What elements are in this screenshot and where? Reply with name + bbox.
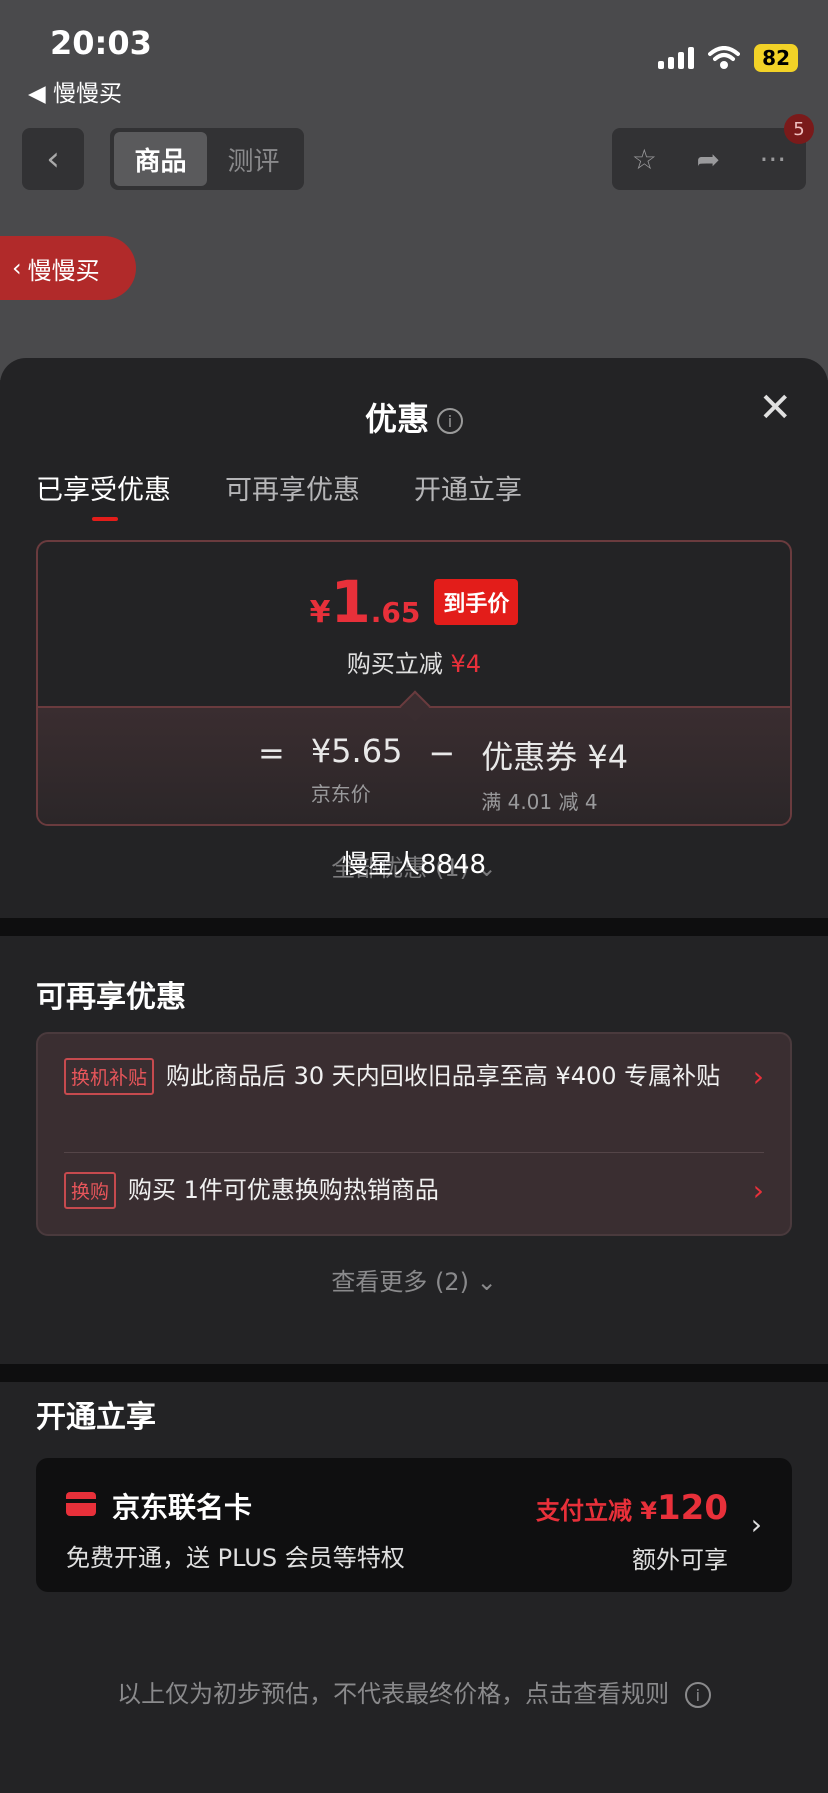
rules-note-text: 以上仅为初步预估，不代表最终价格，点击查看规则 — [117, 1680, 670, 1708]
chevron-right-icon: › — [750, 1508, 762, 1541]
price-currency: ¥ — [309, 595, 331, 630]
final-price-tag: 到手价 — [434, 579, 519, 625]
trade-in-text: 购此商品后 30 天内回收旧品享至高 ¥400 专属补贴 — [166, 1062, 721, 1091]
chevron-left-icon: ‹ — [46, 139, 60, 179]
direct-cut-value: ¥4 — [450, 650, 482, 678]
final-price: ¥ 1 .65 到手价 — [38, 568, 790, 636]
price-integer: 1 — [330, 568, 371, 636]
sheet-header: 优惠 i ✕ — [0, 358, 828, 458]
card-promo: 支付立减 ¥120 — [536, 1488, 728, 1528]
product-tabs: 商品 测评 — [110, 128, 304, 190]
user-watermark: 慢星人8848 — [341, 850, 487, 880]
price-formula-block: = ¥5.65 京东价 − 优惠券 ¥4 满 4.01 减 4 — [38, 690, 790, 824]
section-divider — [0, 918, 828, 936]
direct-cut-label: 购买立减 — [346, 650, 443, 678]
jd-price: ¥5.65 — [310, 732, 403, 770]
card-title: 京东联名卡 — [112, 1491, 253, 1524]
list-item-trade-in[interactable]: 换机补贴 购此商品后 30 天内回收旧品享至高 ¥400 专属补贴 › — [64, 1058, 764, 1095]
see-more-label: 查看更多 (2) — [331, 1268, 469, 1296]
status-bar: 20:03 ◀ 慢慢买 82 — [0, 0, 828, 110]
chevron-right-icon: › — [752, 1174, 764, 1207]
tab-review[interactable]: 测评 — [207, 132, 300, 186]
chevron-down-icon: ⌄ — [476, 1268, 497, 1296]
signal-icon — [658, 47, 695, 69]
wifi-icon — [708, 46, 741, 69]
sheet-title: 优惠 i — [0, 394, 828, 440]
credit-card-icon — [66, 1492, 96, 1516]
jd-price-col: ¥5.65 京东价 — [311, 732, 403, 807]
tab-more-discounts[interactable]: 可再享优惠 — [225, 468, 360, 521]
section-divider — [0, 1364, 828, 1382]
slow-buy-button[interactable]: ‹ 慢慢买 — [0, 236, 136, 300]
rules-note[interactable]: 以上仅为初步预估，不代表最终价格，点击查看规则 i — [0, 1674, 828, 1709]
jd-co-branded-card[interactable]: 京东联名卡 免费开通，送 PLUS 会员等特权 支付立减 ¥120 额外可享 › — [36, 1458, 792, 1592]
list-item-exchange[interactable]: 换购 购买 1件可优惠换购热销商品 › — [64, 1172, 764, 1209]
top-nav: ‹ 商品 测评 ☆ ➦ ··· 5 — [0, 114, 828, 190]
direct-cut: 购买立减 ¥4 — [38, 644, 790, 679]
price-formula: = ¥5.65 京东价 − 优惠券 ¥4 满 4.01 减 4 — [258, 732, 628, 815]
see-more-toggle[interactable]: 查看更多 (2) ⌄ — [0, 1262, 828, 1297]
slow-buy-label: 慢慢买 — [27, 256, 100, 285]
trade-in-tag: 换机补贴 — [64, 1058, 155, 1095]
info-icon: i — [684, 1682, 711, 1708]
price-decimal: .65 — [370, 596, 421, 629]
info-icon[interactable]: i — [437, 408, 463, 434]
card-promo-label: 支付立减 ¥ — [535, 1497, 658, 1525]
tab-enjoyed-discounts[interactable]: 已享受优惠 — [36, 468, 171, 521]
exchange-text: 购买 1件可优惠换购热销商品 — [128, 1176, 439, 1205]
back-to-app-link[interactable]: ◀ 慢慢买 — [28, 74, 122, 108]
status-time: 20:03 — [50, 24, 152, 62]
more-discounts-title: 可再享优惠 — [36, 980, 186, 1015]
more-icon[interactable]: ··· — [759, 143, 786, 176]
discount-tabs: 已享受优惠 可再享优惠 开通立享 — [36, 468, 522, 521]
battery-icon: 82 — [754, 44, 798, 72]
coupon-condition: 满 4.01 减 4 — [481, 790, 598, 814]
more-discounts-card: 换机补贴 购此商品后 30 天内回收旧品享至高 ¥400 专属补贴 › 换购 购… — [36, 1032, 792, 1236]
row-divider — [64, 1152, 764, 1153]
card-description: 免费开通，送 PLUS 会员等特权 — [66, 1544, 405, 1572]
card-promo-amount: 120 — [657, 1488, 728, 1528]
discount-sheet: 优惠 i ✕ 已享受优惠 可再享优惠 开通立享 ¥ 1 .65 到手价 购买立减 … — [0, 358, 828, 1793]
status-icons: 82 — [658, 44, 798, 72]
equals-sign: = — [258, 734, 285, 772]
final-price-block: ¥ 1 .65 到手价 购买立减 ¥4 — [38, 542, 790, 706]
chevron-left-icon: ‹ — [12, 254, 22, 282]
nav-actions: ☆ ➦ ··· 5 — [612, 114, 814, 190]
close-icon: ✕ — [758, 385, 792, 431]
exchange-tag: 换购 — [64, 1172, 117, 1209]
card-extra: 额外可享 — [632, 1546, 728, 1574]
tab-product[interactable]: 商品 — [114, 132, 207, 186]
chevron-right-icon: › — [752, 1060, 764, 1093]
notification-badge: 5 — [784, 114, 814, 144]
back-button[interactable]: ‹ — [22, 128, 84, 190]
product-page-background: 20:03 ◀ 慢慢买 82 ‹ 商品 测评 ☆ ➦ ··· 5 ‹ 慢慢买 — [0, 0, 828, 380]
price-card: ¥ 1 .65 到手价 购买立减 ¥4 = ¥5.65 京东价 − 优惠券 ¥4 — [36, 540, 792, 826]
close-button[interactable]: ✕ — [758, 388, 792, 428]
open-now-title: 开通立享 — [36, 1400, 156, 1435]
star-icon[interactable]: ☆ — [632, 143, 657, 176]
jd-price-label: 京东价 — [310, 782, 371, 806]
sheet-title-text: 优惠 — [364, 400, 429, 438]
coupon-value: 优惠券 ¥4 — [481, 738, 629, 776]
coupon-col: 优惠券 ¥4 满 4.01 减 4 — [481, 732, 628, 815]
share-icon[interactable]: ➦ — [696, 143, 719, 176]
tab-open-now[interactable]: 开通立享 — [414, 468, 522, 521]
minus-sign: − — [428, 734, 456, 772]
